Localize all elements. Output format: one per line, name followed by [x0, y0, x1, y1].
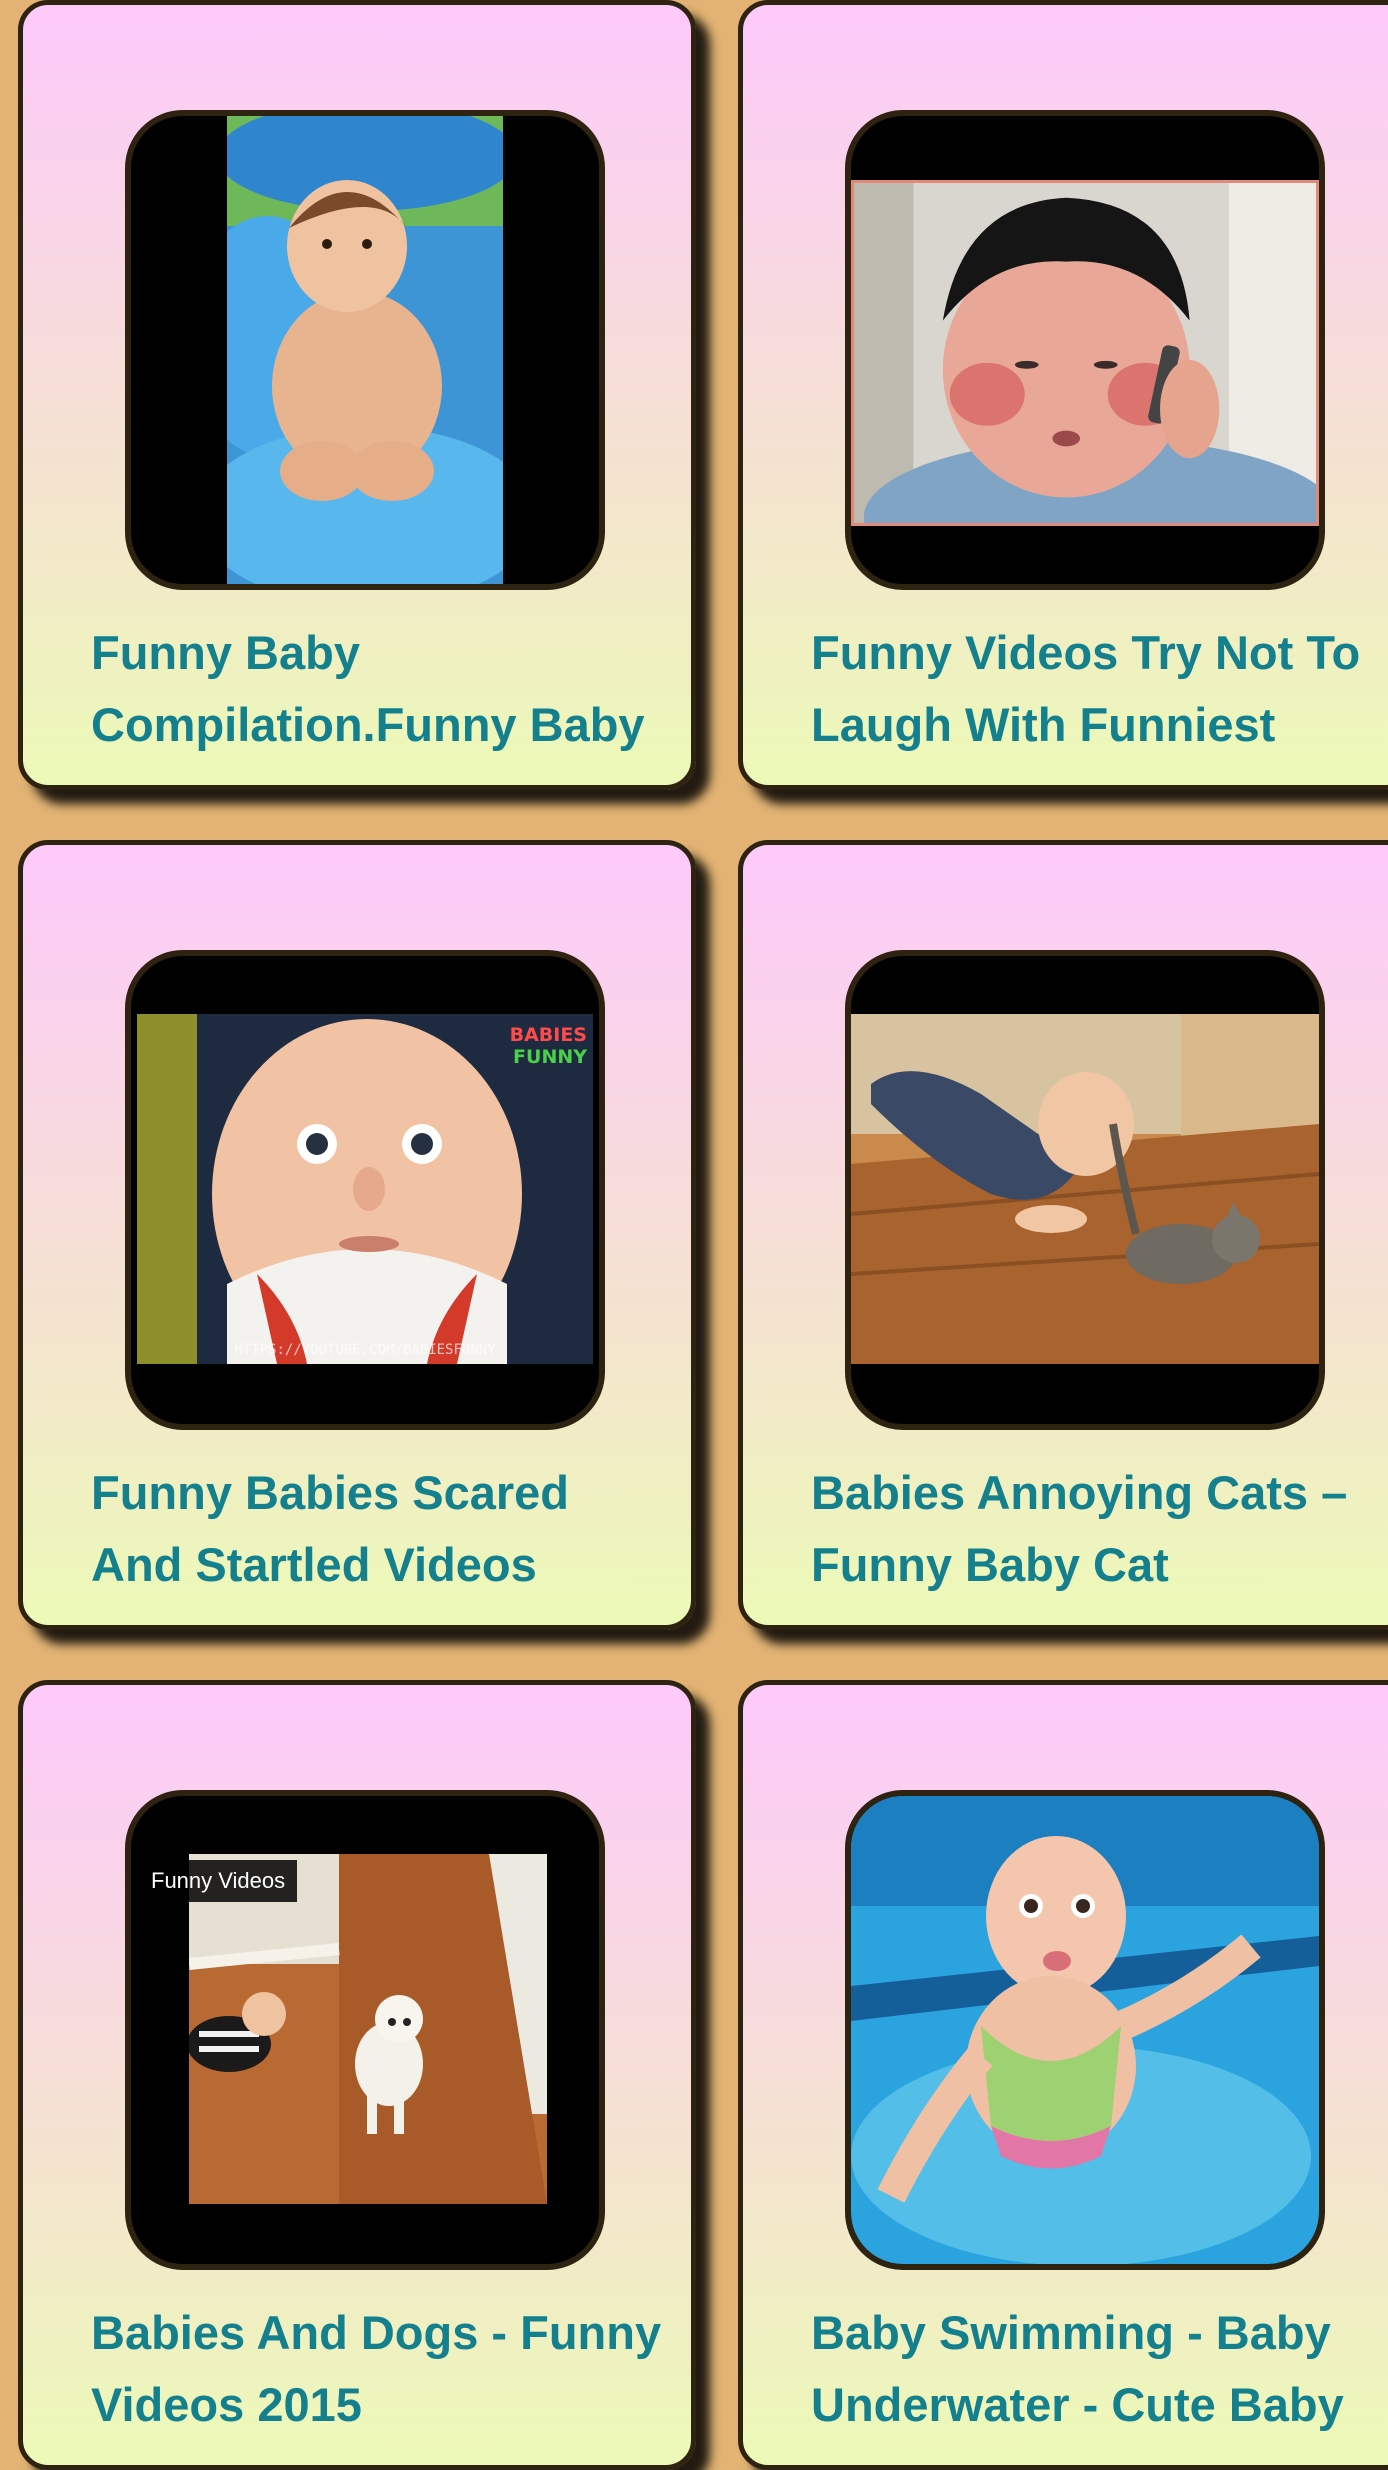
video-thumbnail[interactable] [125, 110, 605, 590]
channel-overlay-label: Funny Videos [139, 1860, 298, 1902]
chubby-kid-on-phone-photo [851, 180, 1319, 526]
channel-url-watermark: HTTPS://YOUTUBE.COM/BABIESFUNNY [234, 1342, 496, 1358]
video-thumbnail[interactable] [845, 1790, 1325, 2270]
video-thumbnail[interactable]: Funny Videos [125, 1790, 605, 2270]
video-card[interactable]: Funny Baby Compilation.Funny Baby [18, 0, 696, 790]
video-title[interactable]: Funny Videos Try Not To Laugh With Funni… [811, 617, 1388, 761]
video-title[interactable]: Babies And Dogs - Funny Videos 2015 [91, 2297, 691, 2441]
video-thumbnail[interactable] [845, 950, 1325, 1430]
video-thumbnail[interactable]: BABIES FUNNY HTTPS://YOUTUBE.COM/BABIESF… [125, 950, 605, 1430]
baby-chasing-kitten-photo [851, 1014, 1319, 1364]
baby-underwater-photo [851, 1796, 1319, 2264]
startled-baby-face-photo: BABIES FUNNY HTTPS://YOUTUBE.COM/BABIESF… [137, 1014, 593, 1364]
baby-in-pool-photo [227, 116, 503, 584]
video-title[interactable]: Funny Baby Compilation.Funny Baby [91, 617, 691, 761]
video-card[interactable]: Babies Annoying Cats – Funny Baby Cat [738, 840, 1388, 1630]
video-card[interactable]: Funny Videos Babies And Dogs - Funny Vid… [18, 1680, 696, 2470]
video-thumbnail[interactable] [845, 110, 1325, 590]
baby-and-puppy-photo [189, 1854, 547, 2204]
video-title[interactable]: Babies Annoying Cats – Funny Baby Cat [811, 1457, 1388, 1601]
channel-watermark: BABIES FUNNY [509, 1024, 587, 1068]
video-card[interactable]: Baby Swimming - Baby Underwater - Cute B… [738, 1680, 1388, 2470]
video-title[interactable]: Funny Babies Scared And Startled Videos [91, 1457, 691, 1601]
video-card[interactable]: BABIES FUNNY HTTPS://YOUTUBE.COM/BABIESF… [18, 840, 696, 1630]
video-title[interactable]: Baby Swimming - Baby Underwater - Cute B… [811, 2297, 1388, 2441]
video-card[interactable]: Funny Videos Try Not To Laugh With Funni… [738, 0, 1388, 790]
